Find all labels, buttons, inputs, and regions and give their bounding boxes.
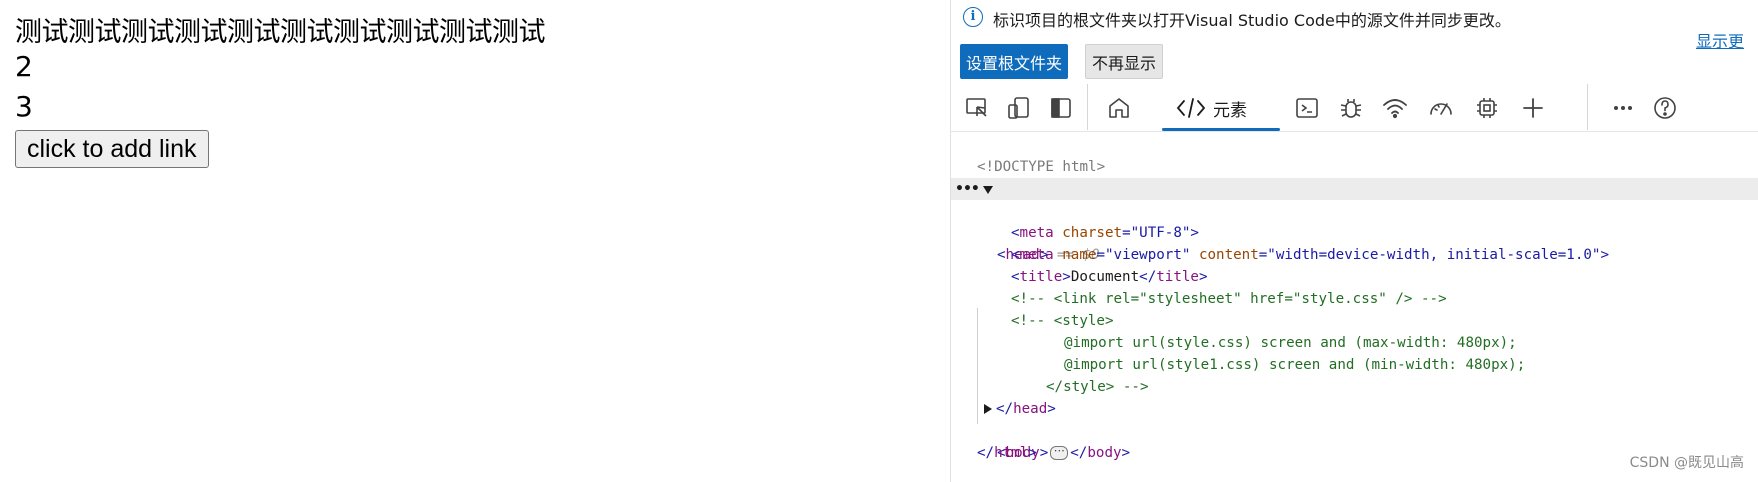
expand-arrow-icon[interactable] bbox=[984, 404, 992, 414]
help-icon[interactable] bbox=[1649, 92, 1681, 124]
dom-node-comment-style-line: @import url(style.css) screen and (max-w… bbox=[951, 310, 1758, 351]
expand-arrow-icon[interactable] bbox=[983, 186, 993, 194]
dom-node-body[interactable]: <body> ⋯ </body> bbox=[951, 398, 1758, 461]
dom-node-head-selected[interactable]: ••• <head> == $0 bbox=[951, 178, 1758, 263]
network-icon[interactable] bbox=[1379, 92, 1411, 124]
elements-tab-icon bbox=[1176, 98, 1206, 118]
dom-node-head-close[interactable]: </head> bbox=[951, 376, 1758, 417]
dom-node-comment-style-line: </style> --> bbox=[951, 354, 1758, 395]
tab-elements-label: 元素 bbox=[1213, 101, 1247, 121]
welcome-home-icon[interactable] bbox=[1103, 92, 1135, 124]
info-icon: i bbox=[963, 7, 983, 27]
screen: 测试测试测试测试测试测试测试测试测试测试 2 3 click to add li… bbox=[0, 0, 1758, 482]
more-tools-icon[interactable] bbox=[1607, 92, 1639, 124]
dom-node-doctype[interactable]: <!DOCTYPE html> bbox=[951, 134, 1758, 175]
add-link-button[interactable]: click to add link bbox=[15, 130, 209, 168]
toolbar-divider bbox=[1087, 84, 1088, 130]
inspect-icon[interactable] bbox=[961, 92, 993, 124]
console-icon[interactable] bbox=[1291, 92, 1323, 124]
performance-icon[interactable] bbox=[1425, 92, 1457, 124]
infobar-message: 标识项目的根文件夹以打开Visual Studio Code中的源文件并同步更改… bbox=[993, 11, 1511, 30]
dom-node-meta-charset[interactable]: <meta charset="UTF-8"> bbox=[951, 200, 1758, 241]
set-root-folder-button[interactable]: 设置根文件夹 bbox=[960, 44, 1069, 79]
dont-show-again-button[interactable]: 不再显示 bbox=[1085, 44, 1164, 79]
node-actions-icon[interactable]: ••• bbox=[955, 178, 980, 200]
dom-node-comment-style[interactable]: <!-- <style> bbox=[951, 288, 1758, 329]
watermark: CSDN @既见山高 bbox=[1629, 455, 1744, 471]
active-tab-indicator bbox=[1162, 128, 1280, 131]
devtools-panel: i 标识项目的根文件夹以打开Visual Studio Code中的源文件并同步… bbox=[950, 0, 1758, 482]
collapsed-children-icon[interactable]: ⋯ bbox=[1050, 445, 1069, 460]
toolbar-divider bbox=[1587, 84, 1588, 130]
dom-tree: <!DOCTYPE html> <html lang="en"> ••• <he… bbox=[951, 132, 1758, 482]
infobar: i 标识项目的根文件夹以打开Visual Studio Code中的源文件并同步… bbox=[951, 0, 1758, 84]
show-more-link[interactable]: 显示更 bbox=[1696, 28, 1744, 52]
dock-side-icon[interactable] bbox=[1045, 92, 1077, 124]
dom-node-html-close[interactable]: </html> bbox=[951, 420, 1758, 461]
dom-node-meta-viewport[interactable]: <meta name="viewport" content="width=dev… bbox=[951, 222, 1758, 263]
devtools-toolbar: 元素 bbox=[951, 84, 1758, 132]
sources-bug-icon[interactable] bbox=[1335, 92, 1367, 124]
add-tool-icon[interactable] bbox=[1517, 92, 1549, 124]
indent-guide bbox=[977, 308, 978, 424]
page-text-2: 2 bbox=[15, 50, 33, 83]
dom-node-html[interactable]: <html lang="en"> bbox=[951, 156, 1758, 197]
device-emulation-icon[interactable] bbox=[1003, 92, 1035, 124]
dom-node-comment-style-line: @import url(style1.css) screen and (min-… bbox=[951, 332, 1758, 373]
body-tag-name: body bbox=[1087, 445, 1122, 461]
tab-elements[interactable]: 元素 bbox=[1162, 84, 1280, 131]
dom-node-title[interactable]: <title>Document</title> bbox=[951, 244, 1758, 285]
memory-icon[interactable] bbox=[1471, 92, 1503, 124]
page-text-3: 3 bbox=[15, 90, 33, 123]
html-tag-name: html bbox=[994, 445, 1029, 461]
page-viewport: 测试测试测试测试测试测试测试测试测试测试 2 3 click to add li… bbox=[0, 0, 950, 482]
dom-node-comment-link[interactable]: <!-- <link rel="stylesheet" href="style.… bbox=[951, 266, 1758, 307]
page-heading-text: 测试测试测试测试测试测试测试测试测试测试 bbox=[15, 17, 546, 48]
